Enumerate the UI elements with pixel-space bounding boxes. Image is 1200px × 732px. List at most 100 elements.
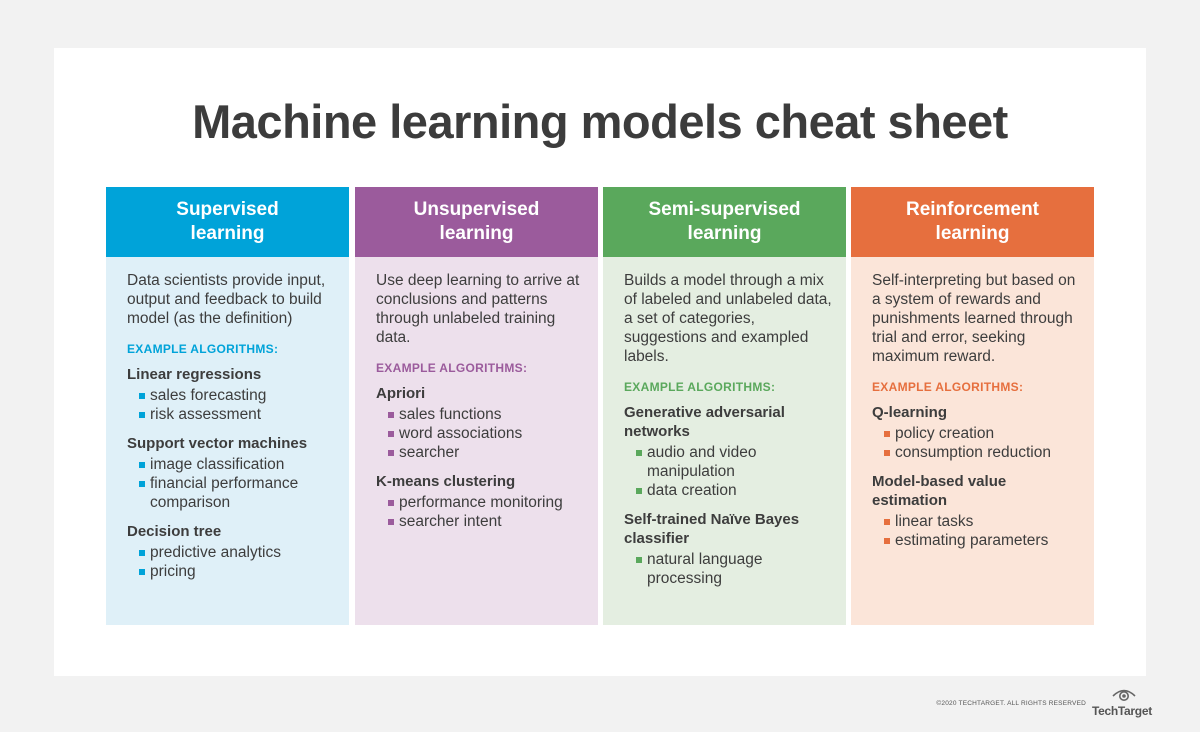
algorithm-name: Self-trained Naïve Bayes classifier (624, 511, 800, 547)
square-bullet-icon (388, 431, 394, 437)
use-case-item: word associations (388, 424, 584, 443)
use-case-item: predictive analytics (139, 543, 335, 562)
square-bullet-icon (139, 481, 145, 487)
column-2: Semi-supervised learning Builds a model th… (603, 187, 846, 625)
square-bullet-icon (388, 450, 394, 456)
use-case-list: audio and video manipulation data creatio… (624, 443, 832, 500)
use-case-list: natural language processing (624, 550, 832, 588)
use-case-text: searcher (399, 444, 460, 461)
square-bullet-icon (139, 569, 145, 575)
square-bullet-icon (884, 431, 890, 437)
use-case-list: performance monitoring searcher intent (376, 493, 584, 531)
use-case-item: image classification (139, 455, 335, 474)
logo-wordmark: TechTarget (1092, 704, 1152, 718)
column-description: Use deep learning to arrive at conclusio… (376, 272, 580, 346)
use-case-text: sales forecasting (150, 387, 267, 404)
square-bullet-icon (636, 488, 642, 494)
use-case-item: sales functions (388, 405, 584, 424)
column-description: Self-interpreting but based on a system … (872, 272, 1076, 365)
square-bullet-icon (139, 412, 145, 418)
use-case-text: financial performance comparison (150, 475, 299, 511)
use-case-text: sales functions (399, 406, 502, 423)
column-body: Self-interpreting but based on a system … (851, 257, 1094, 625)
use-case-text: policy creation (895, 425, 995, 442)
use-case-item: linear tasks (884, 512, 1080, 531)
example-algorithms-label: EXAMPLE ALGORITHMS: (127, 342, 279, 356)
algorithm-name: Linear regressions (127, 366, 262, 383)
algorithm-name: Decision tree (127, 523, 222, 540)
use-case-item: data creation (636, 481, 832, 500)
use-case-list: image classification financial performanc… (127, 455, 335, 512)
square-bullet-icon (388, 500, 394, 506)
eye-icon (1112, 689, 1136, 701)
column-0: Supervised learning Data scientists provid… (106, 187, 349, 625)
use-case-item: estimating parameters (884, 531, 1080, 550)
column-description: Builds a model through a mix of labeled … (624, 272, 832, 365)
algorithm-name: Support vector machines (127, 435, 308, 452)
square-bullet-icon (884, 538, 890, 544)
use-case-list: linear tasks estimating parameters (872, 512, 1080, 550)
column-heading-line: Unsupervised (413, 199, 540, 220)
column-heading-line: learning (439, 223, 514, 244)
algorithm-name: K-means clustering (376, 473, 516, 490)
page-title: Machine learning models cheat sheet (192, 95, 1008, 148)
use-case-text: word associations (399, 425, 523, 442)
square-bullet-icon (388, 519, 394, 525)
use-case-text: pricing (150, 563, 196, 580)
column-3: Reinforcement learning Self-interpreting b… (851, 187, 1094, 625)
column-body: Use deep learning to arrive at conclusio… (355, 257, 598, 625)
use-case-list: policy creation consumption reduction (872, 424, 1080, 462)
square-bullet-icon (884, 450, 890, 456)
use-case-item: searcher intent (388, 512, 584, 531)
column-heading: Semi-supervised learning (603, 187, 846, 257)
square-bullet-icon (636, 450, 642, 456)
use-case-text: predictive analytics (150, 544, 281, 561)
techtarget-logo: TechTarget (1092, 688, 1152, 718)
use-case-text: estimating parameters (895, 532, 1049, 549)
use-case-text: audio and video manipulation (647, 444, 757, 480)
use-case-item: performance monitoring (388, 493, 584, 512)
column-heading-line: Supervised (176, 199, 279, 220)
use-case-text: data creation (647, 482, 737, 499)
example-algorithms-label: EXAMPLE ALGORITHMS: (624, 380, 776, 394)
algorithm-name: Apriori (376, 385, 426, 402)
use-case-text: searcher intent (399, 513, 502, 530)
use-case-item: sales forecasting (139, 386, 335, 405)
column-body: Data scientists provide input, output an… (106, 257, 349, 625)
use-case-item: financial performance comparison (139, 474, 335, 512)
copyright-notice: ©2020 TECHTARGET. ALL RIGHTS RESERVED (936, 699, 1086, 707)
square-bullet-icon (139, 550, 145, 556)
use-case-text: natural language processing (647, 551, 763, 587)
column-body: Builds a model through a mix of labeled … (603, 257, 846, 625)
use-case-item: natural language processing (636, 550, 832, 588)
column-1: Unsupervised learning Use deep learning to… (355, 187, 598, 625)
use-case-text: risk assessment (150, 406, 262, 423)
column-description: Data scientists provide input, output an… (127, 272, 326, 327)
square-bullet-icon (388, 412, 394, 418)
example-algorithms-label: EXAMPLE ALGORITHMS: (872, 380, 1024, 394)
column-heading-line: Semi-supervised (648, 199, 801, 220)
square-bullet-icon (139, 462, 145, 468)
use-case-item: policy creation (884, 424, 1080, 443)
algorithm-name: Model-based value estimation (872, 473, 1007, 509)
column-heading-line: learning (687, 223, 762, 244)
column-heading-line: learning (190, 223, 265, 244)
use-case-item: risk assessment (139, 405, 335, 424)
use-case-text: image classification (150, 456, 285, 473)
square-bullet-icon (636, 557, 642, 563)
use-case-text: linear tasks (895, 513, 974, 530)
square-bullet-icon (884, 519, 890, 525)
use-case-item: searcher (388, 443, 584, 462)
use-case-item: audio and video manipulation (636, 443, 832, 481)
use-case-text: performance monitoring (399, 494, 563, 511)
column-heading: Reinforcement learning (851, 187, 1094, 257)
example-algorithms-label: EXAMPLE ALGORITHMS: (376, 361, 528, 375)
column-heading-line: Reinforcement (905, 199, 1040, 220)
use-case-item: consumption reduction (884, 443, 1080, 462)
footer: ©2020 TECHTARGET. ALL RIGHTS RESERVED Te… (936, 688, 1152, 718)
algorithm-name: Generative adversarial networks (624, 404, 785, 440)
use-case-text: consumption reduction (895, 444, 1051, 461)
use-case-list: sales functions word associations searcher (376, 405, 584, 462)
column-heading-line: learning (935, 223, 1010, 244)
use-case-list: predictive analytics pricing (127, 543, 335, 581)
